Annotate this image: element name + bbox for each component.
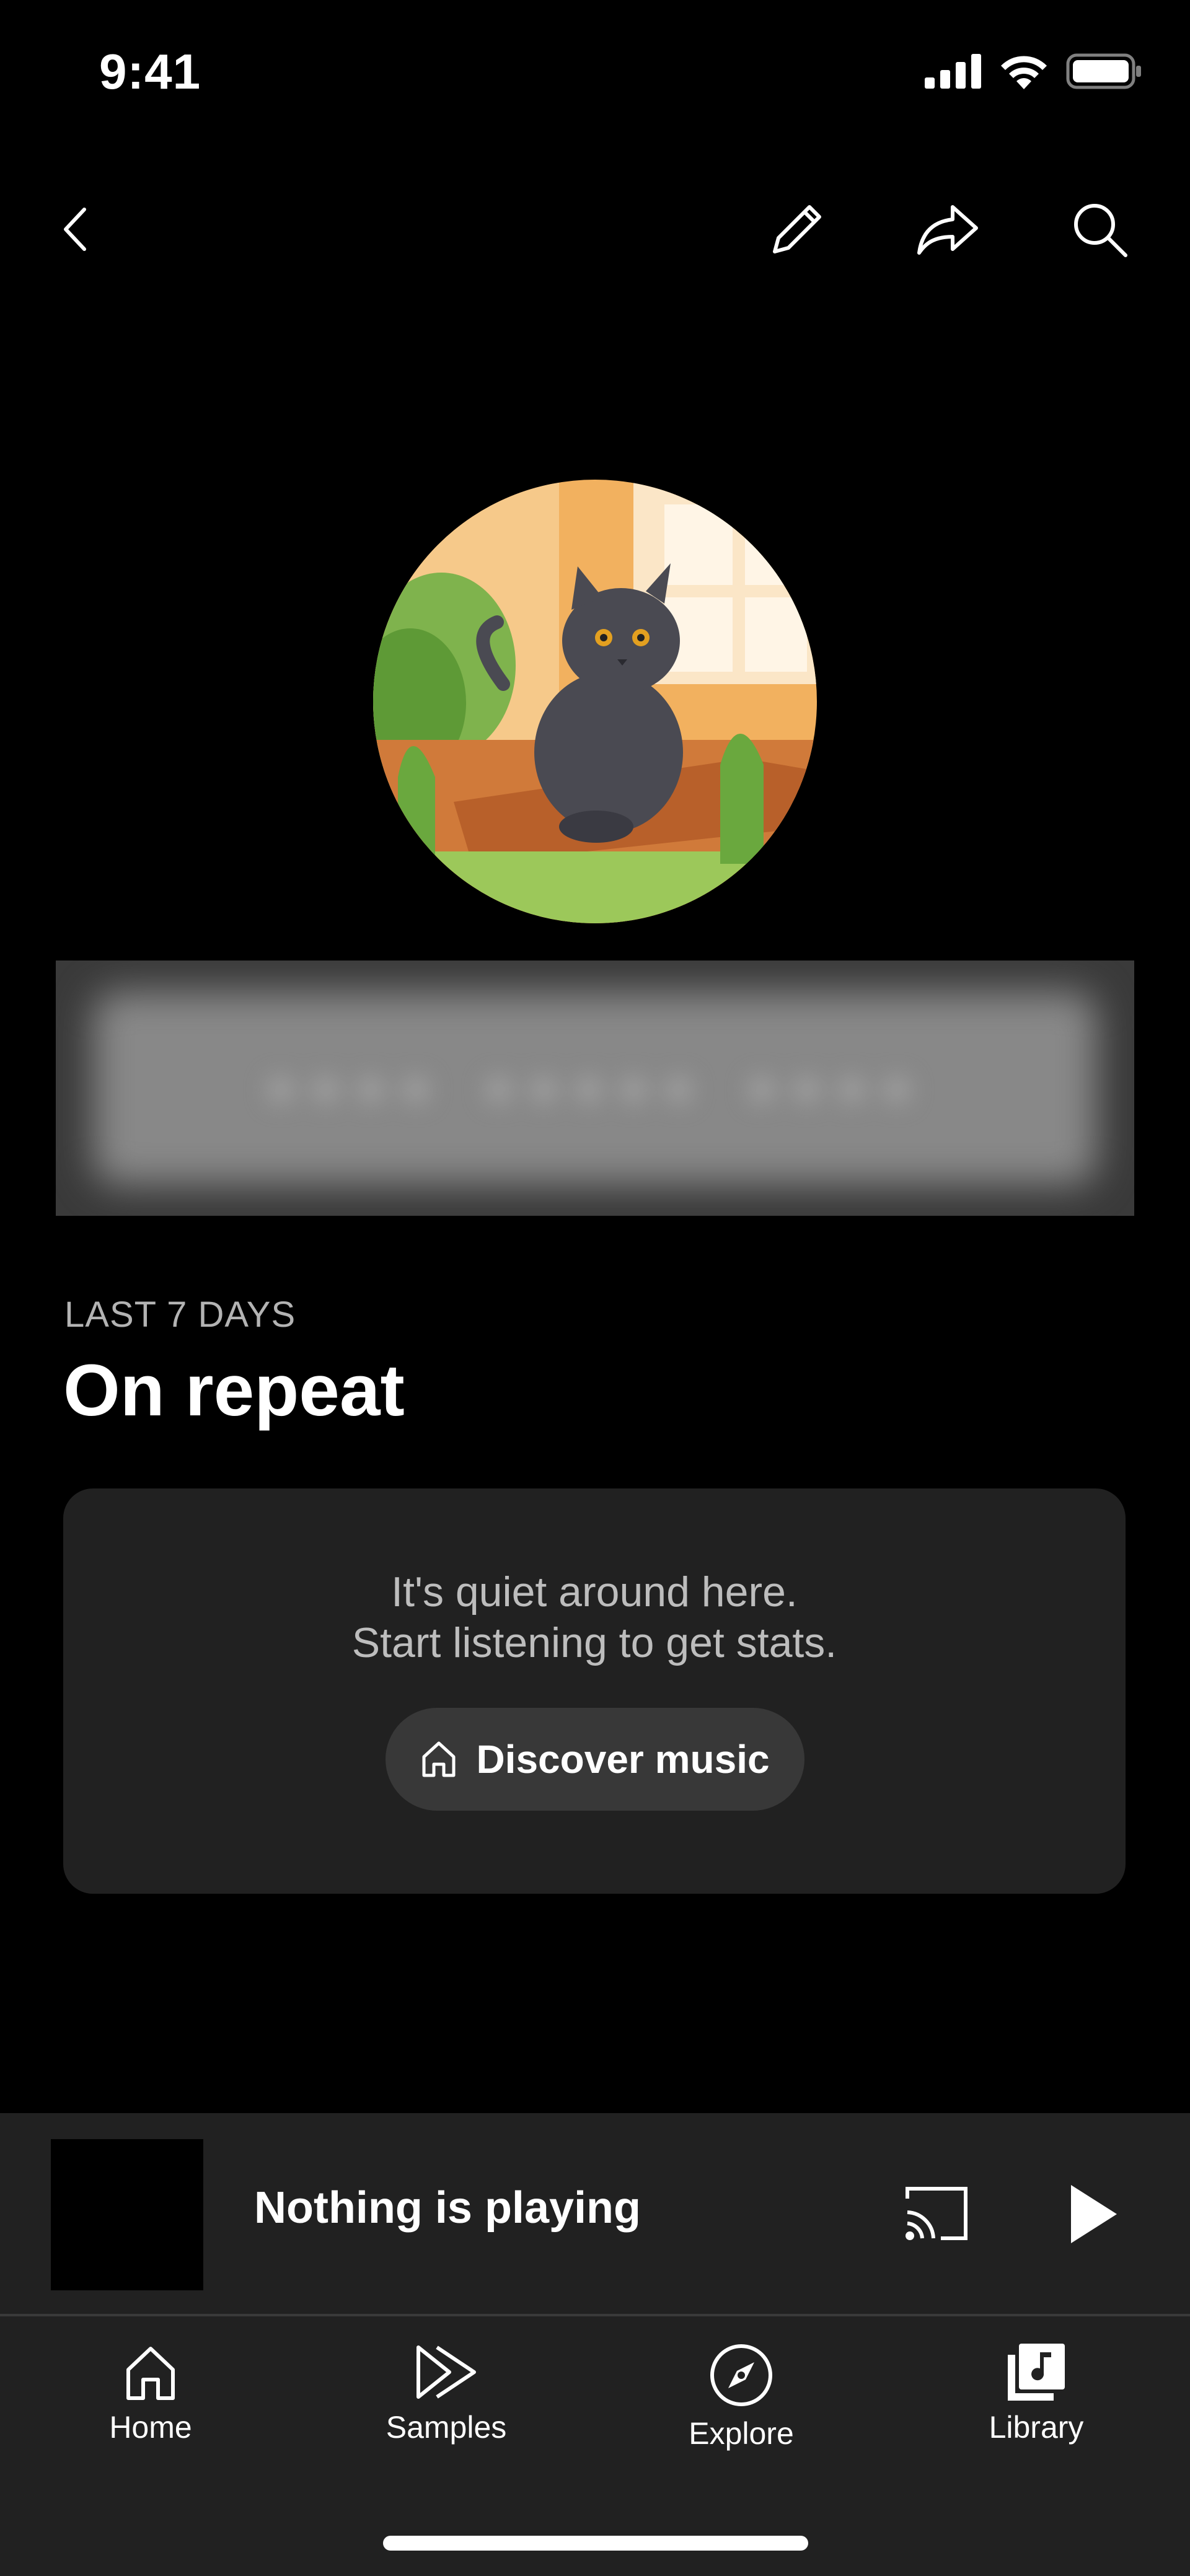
explore-icon [710, 2344, 772, 2406]
profile-name: •••• ••••• •••• [264, 1035, 926, 1140]
mini-player-title: Nothing is playing [254, 2183, 641, 2233]
library-icon [1008, 2344, 1065, 2401]
pencil-icon [773, 205, 821, 253]
mini-player[interactable]: Nothing is playing [0, 2113, 1190, 2315]
discover-music-label: Discover music [476, 1737, 770, 1782]
empty-message-line1: It's quiet around here. [391, 1568, 798, 1615]
play-button[interactable] [1065, 2180, 1121, 2248]
search-button[interactable] [1062, 192, 1137, 266]
section-title: On repeat [63, 1350, 405, 1431]
battery-icon [1066, 53, 1141, 89]
chevron-left-icon [64, 208, 86, 251]
home-icon [422, 1741, 456, 1777]
mini-player-artwork [51, 2139, 203, 2290]
profile-name-banner: •••• ••••• •••• [56, 961, 1134, 1216]
cast-icon [906, 2187, 967, 2240]
nav-explore-label: Explore [689, 2416, 794, 2451]
empty-stats-card: It's quiet around here. Start listening … [63, 1488, 1126, 1894]
play-icon [1071, 2185, 1117, 2243]
search-icon [1074, 204, 1127, 257]
back-button[interactable] [38, 192, 113, 266]
share-arrow-icon [917, 205, 978, 255]
empty-message-line2: Start listening to get stats. [351, 1619, 837, 1666]
discover-music-button[interactable]: Discover music [386, 1708, 804, 1811]
status-time: 9:41 [99, 44, 201, 99]
wifi-icon [1001, 56, 1047, 89]
samples-icon [416, 2345, 476, 2399]
nav-explore[interactable]: Explore [648, 2341, 834, 2451]
nav-home[interactable]: Home [58, 2341, 244, 2445]
nav-library[interactable]: Library [943, 2341, 1129, 2445]
profile-avatar[interactable] [373, 480, 817, 923]
nav-home-label: Home [109, 2410, 192, 2445]
signal-icon [925, 54, 981, 89]
home-indicator [383, 2536, 808, 2551]
nav-library-label: Library [989, 2410, 1084, 2445]
share-button[interactable] [911, 192, 985, 266]
home-icon [126, 2347, 175, 2400]
section-kicker: LAST 7 DAYS [64, 1295, 296, 1335]
nav-samples[interactable]: Samples [353, 2341, 539, 2445]
edit-button[interactable] [760, 192, 834, 266]
cast-button[interactable] [902, 2183, 971, 2244]
nav-samples-label: Samples [386, 2410, 507, 2445]
cat-avatar-illustration [373, 480, 817, 923]
status-icons [925, 53, 1143, 89]
